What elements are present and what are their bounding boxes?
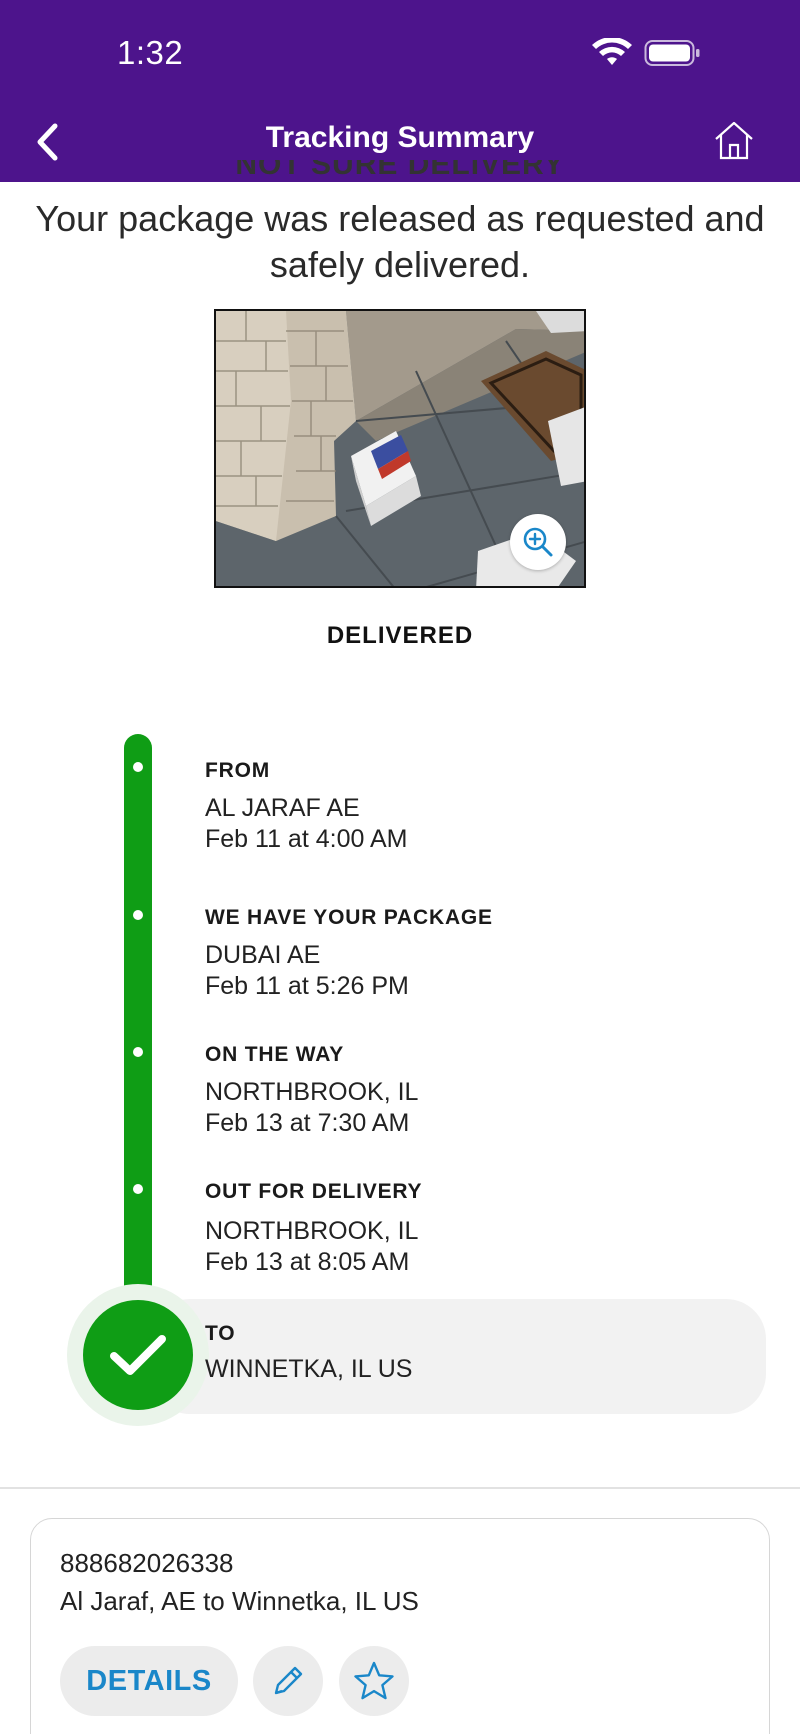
delivered-marker bbox=[83, 1300, 193, 1410]
step-time: Feb 13 at 7:30 AM bbox=[205, 1109, 410, 1137]
timeline-step-out-for-delivery: OUT FOR DELIVERY NORTHBROOK, IL Feb 13 a… bbox=[205, 1180, 422, 1278]
details-button[interactable]: DETAILS bbox=[60, 1646, 238, 1716]
section-divider bbox=[0, 1487, 800, 1489]
delivery-message: Your package was released as requested a… bbox=[35, 198, 765, 285]
timeline-dot bbox=[133, 910, 143, 920]
step-location: WINNETKA, IL US bbox=[205, 1355, 413, 1383]
edit-pencil-icon bbox=[274, 1666, 303, 1695]
step-location: DUBAI AE bbox=[205, 941, 321, 969]
step-time: Feb 13 at 8:05 AM bbox=[205, 1248, 410, 1276]
timeline-step-to: TO WINNETKA, IL US bbox=[205, 1322, 412, 1385]
favorite-button[interactable] bbox=[339, 1646, 409, 1716]
star-icon bbox=[354, 1661, 394, 1700]
timeline-step-picked-up: WE HAVE YOUR PACKAGE DUBAI AE Feb 11 at … bbox=[205, 906, 493, 1002]
wifi-icon bbox=[592, 38, 632, 65]
timeline-step-from: FROM AL JARAF AE Feb 11 at 4:00 AM bbox=[205, 759, 407, 855]
status-time: 1:32 bbox=[117, 34, 184, 71]
step-location: NORTHBROOK, IL bbox=[205, 1217, 419, 1245]
tracking-number: 888682026338 bbox=[60, 1548, 234, 1578]
step-location: AL JARAF AE bbox=[205, 794, 360, 822]
step-title: ON THE WAY bbox=[205, 1043, 345, 1066]
shipment-route: Al Jaraf, AE to Winnetka, IL US bbox=[60, 1586, 419, 1616]
home-icon[interactable] bbox=[712, 118, 756, 162]
checkmark-icon bbox=[110, 1335, 166, 1375]
page-title: Tracking Summary bbox=[265, 121, 535, 154]
step-location: NORTHBROOK, IL bbox=[205, 1078, 419, 1106]
step-title: WE HAVE YOUR PACKAGE bbox=[205, 906, 493, 929]
zoom-in-icon bbox=[523, 527, 553, 557]
timeline-dot bbox=[133, 1184, 143, 1194]
delivery-status: DELIVERED bbox=[326, 622, 474, 649]
step-title: OUT FOR DELIVERY bbox=[205, 1180, 423, 1203]
timeline-dot bbox=[133, 762, 143, 772]
step-title: TO bbox=[205, 1322, 236, 1345]
proof-of-delivery-photo[interactable] bbox=[214, 309, 586, 588]
timeline-step-in-transit: ON THE WAY NORTHBROOK, IL Feb 13 at 7:30… bbox=[205, 1043, 418, 1139]
edit-button[interactable] bbox=[253, 1646, 323, 1716]
header-bar: 1:32 Tracking Summary bbox=[0, 0, 800, 182]
delivery-heading: NOT SURE DELIVERY bbox=[235, 160, 565, 181]
battery-icon bbox=[644, 40, 700, 66]
step-title: FROM bbox=[205, 759, 271, 782]
step-time: Feb 11 at 5:26 PM bbox=[205, 972, 409, 1000]
zoom-button[interactable] bbox=[510, 514, 566, 570]
timeline-dot bbox=[133, 1047, 143, 1057]
step-time: Feb 11 at 4:00 AM bbox=[205, 825, 408, 853]
